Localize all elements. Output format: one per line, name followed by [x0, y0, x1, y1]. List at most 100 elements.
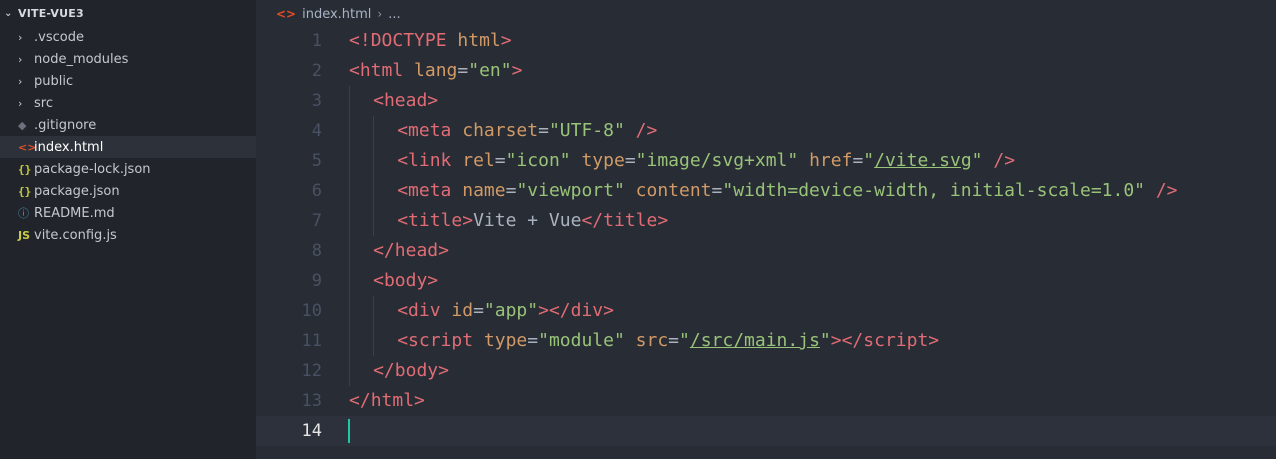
tree-folder[interactable]: › public: [0, 70, 256, 92]
code-line[interactable]: 9 <body>: [256, 266, 1276, 296]
token-tag: />: [993, 150, 1016, 171]
breadcrumb-file[interactable]: index.html: [302, 7, 371, 22]
token-tag: >: [462, 210, 474, 231]
token-tag: />: [1155, 180, 1178, 201]
token-str: ": [863, 150, 875, 171]
tree-folder[interactable]: › src: [0, 92, 256, 114]
line-number: 2: [311, 61, 322, 81]
token-tag: >: [427, 90, 439, 111]
code-line[interactable]: 14: [256, 416, 1276, 446]
code-line[interactable]: 5 <link rel="icon" type="image/svg+xml" h…: [256, 146, 1276, 176]
token-tag: ></: [830, 330, 864, 351]
token-attr: html: [457, 30, 501, 51]
tree-folder[interactable]: › .vscode: [0, 26, 256, 48]
code-line[interactable]: 3 <head>: [256, 86, 1276, 116]
token-str: ": [679, 330, 690, 351]
token-tag: <: [397, 330, 409, 351]
js-icon: JS: [18, 228, 31, 242]
line-number: 10: [301, 301, 322, 321]
token-punct: =: [538, 120, 549, 141]
token-tag: >: [414, 390, 425, 411]
code-line[interactable]: 7 <title>Vite + Vue</title>: [256, 206, 1276, 236]
text-cursor: [348, 419, 350, 443]
tree-file[interactable]: ◆ .gitignore: [0, 114, 256, 136]
token-attr: lang: [414, 60, 458, 81]
token-tag: script: [863, 330, 929, 351]
explorer-sidebar: ⌄ VITE-VUE3 › .vscode › node_modules › public…: [0, 0, 256, 459]
token-tag: title: [408, 210, 463, 231]
indent-guide: [373, 296, 375, 356]
line-content: <div id="app"></div>: [397, 296, 614, 326]
code-line[interactable]: 12 </body>: [256, 356, 1276, 386]
token-link[interactable]: /vite.svg: [874, 150, 972, 171]
line-number: 8: [311, 241, 322, 261]
tree-file[interactable]: {} package-lock.json: [0, 158, 256, 180]
code-line[interactable]: 1 <!DOCTYPE html>: [256, 26, 1276, 56]
token-tag: >: [657, 210, 669, 231]
vscode-window: ⌄ VITE-VUE3 › .vscode › node_modules › public…: [0, 0, 1276, 459]
code-editor[interactable]: 1 <!DOCTYPE html> 2 <html lang="en"> 3 <head>…: [256, 26, 1276, 446]
tree-item-label: README.md: [34, 205, 115, 221]
git-icon: ◆: [18, 118, 27, 132]
line-content: </head>: [373, 236, 449, 266]
token-str: "app": [483, 300, 539, 321]
token-tag: <: [397, 300, 409, 321]
token-tag: meta: [408, 120, 452, 141]
line-number: 4: [311, 121, 322, 141]
chevron-down-icon: ⌄: [4, 7, 13, 19]
token-str: "viewport": [516, 180, 625, 201]
chevron-right-icon: ›: [18, 96, 23, 110]
editor-pane: <> index.html › ... 1 <!DOCTYPE html> 2 <ht…: [256, 0, 1276, 459]
code-line[interactable]: 6 <meta name="viewport" content="width=de…: [256, 176, 1276, 206]
token-tag: DOCTYPE: [370, 30, 447, 51]
token-tag: <: [397, 180, 409, 201]
token-tag: head: [394, 240, 439, 261]
token-tag: div: [408, 300, 441, 321]
breadcrumb-more[interactable]: ...: [388, 7, 400, 22]
token-tag: <: [373, 270, 384, 291]
line-number: 6: [311, 181, 322, 201]
line-content: <body>: [373, 266, 438, 296]
token-str: "en": [468, 60, 512, 81]
code-line[interactable]: 13 </html>: [256, 386, 1276, 416]
line-content: <meta name="viewport" content="width=dev…: [397, 176, 1177, 206]
code-line[interactable]: 10 <div id="app"></div>: [256, 296, 1276, 326]
tree-file[interactable]: JS vite.config.js: [0, 224, 256, 246]
token-str: "module": [538, 330, 625, 351]
tree-folder[interactable]: › node_modules: [0, 48, 256, 70]
token-str: "icon": [505, 150, 571, 171]
token-punct: =: [668, 330, 680, 351]
tree-item-label: .vscode: [34, 29, 84, 45]
code-line[interactable]: 11 <script type="module" src="/src/main.j…: [256, 326, 1276, 356]
token-tag: >: [603, 300, 614, 321]
token-link[interactable]: /src/main.js: [690, 330, 820, 351]
code-line[interactable]: 4 <meta charset="UTF-8" />: [256, 116, 1276, 146]
code-line[interactable]: 8 </head>: [256, 236, 1276, 266]
line-content: <!DOCTYPE html>: [349, 26, 512, 56]
token-tag: </: [373, 240, 395, 261]
token-punct: =: [505, 180, 517, 201]
token-str: ": [819, 330, 831, 351]
token-tag: script: [408, 330, 474, 351]
code-line[interactable]: 2 <html lang="en">: [256, 56, 1276, 86]
tree-file[interactable]: <> index.html: [0, 136, 256, 158]
explorer-project-header[interactable]: ⌄ VITE-VUE3: [0, 0, 256, 26]
token-tag: body: [383, 270, 428, 291]
token-tag: >: [500, 30, 512, 51]
token-punct: =: [624, 150, 636, 171]
tree-file[interactable]: {} package.json: [0, 180, 256, 202]
tree-item-label: index.html: [34, 139, 104, 155]
line-number: 11: [301, 331, 322, 351]
line-content: <head>: [373, 86, 438, 116]
token-tag: <!: [349, 30, 371, 51]
line-content: </html>: [349, 386, 425, 416]
token-tag: <: [397, 210, 409, 231]
tree-file[interactable]: ⓘ README.md: [0, 202, 256, 224]
token-tag: div: [570, 300, 604, 321]
